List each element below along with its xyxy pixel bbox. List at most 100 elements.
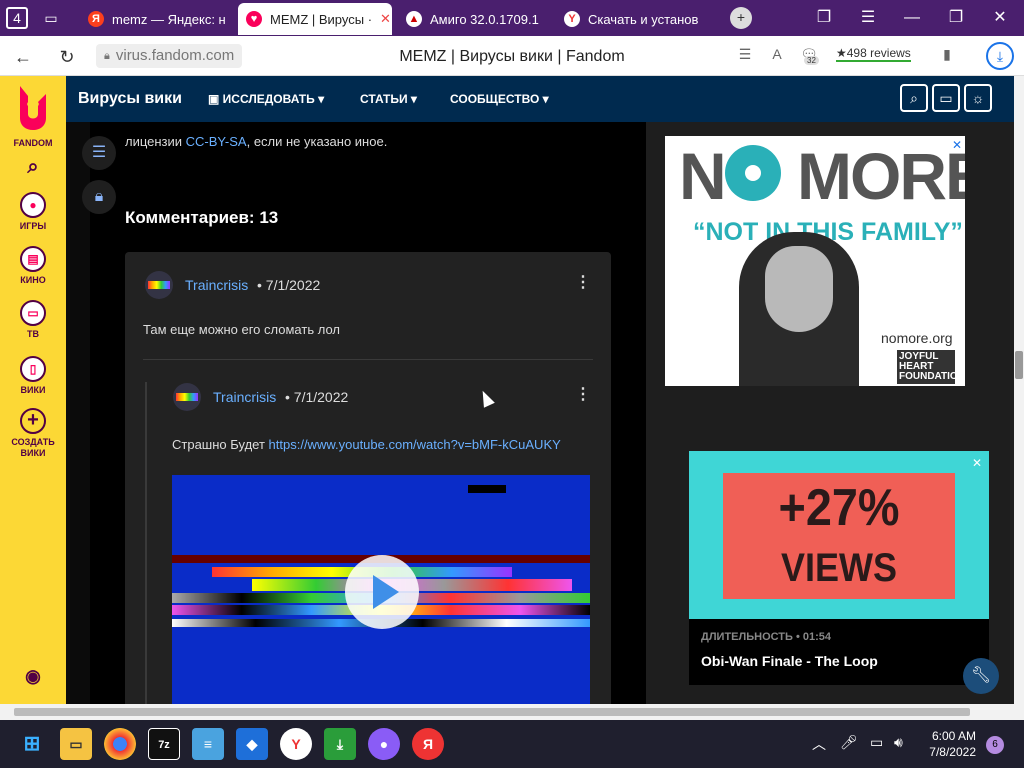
- 7zip-icon[interactable]: 7z: [148, 728, 180, 760]
- yandex-browser-icon[interactable]: Y: [280, 728, 312, 760]
- table-of-contents-icon[interactable]: ☰: [82, 136, 116, 170]
- tab-title: memz — Яндекс: н: [112, 11, 226, 27]
- display-icon[interactable]: ▭: [870, 734, 883, 751]
- tab-yandex-search[interactable]: Я memz — Яндекс: н: [80, 3, 230, 35]
- minimize-button[interactable]: —: [892, 0, 932, 36]
- avatar[interactable]: [173, 383, 201, 411]
- video-ad-player[interactable]: +27% VIEWS ДЛИТЕЛЬНОСТЬ • 01:54 Obi-Wan …: [689, 451, 989, 685]
- bookmarks-icon[interactable]: ❐: [804, 0, 844, 36]
- license-suffix: , если не указано иное.: [246, 134, 388, 149]
- sidebar-item-wiki[interactable]: ▯ ВИКИ: [0, 356, 66, 395]
- tab-title: Скачать и установ: [588, 11, 699, 27]
- close-tab-icon[interactable]: ✕: [380, 11, 391, 27]
- sidebar-item-create-wiki[interactable]: + СОЗДАТЬ ВИКИ: [0, 408, 66, 459]
- sidebar-item-tv[interactable]: ▭ ТВ: [0, 300, 66, 339]
- youtube-link[interactable]: https://www.youtube.com/watch?v=bMF-kCuA…: [269, 437, 561, 452]
- download-icon[interactable]: ⤓: [986, 42, 1014, 70]
- tab-memz[interactable]: ♥ MEMZ | Вирусы · ✕: [238, 3, 392, 35]
- lock-icon[interactable]: 🔒︎: [82, 180, 116, 214]
- license-notice: лицензии CC-BY-SA, если не указано иное.: [125, 134, 387, 149]
- close-window-button[interactable]: ✕: [980, 0, 1020, 36]
- comment-text: Там еще можно его сломать лол: [143, 322, 340, 337]
- video-title[interactable]: Obi-Wan Finale - The Loop: [701, 653, 878, 669]
- more-options-icon[interactable]: ⋮: [575, 272, 591, 292]
- tab-title: MEMZ | Вирусы ·: [270, 11, 373, 27]
- user-account-icon[interactable]: ◉: [0, 666, 66, 687]
- video-embed[interactable]: [172, 475, 590, 704]
- advertisement-nomore[interactable]: N MORE “NOT IN THIS FAMILY” nomore.org J…: [665, 136, 965, 386]
- nav-explore[interactable]: ▣ ИССЛЕДОВАТЬ ▾: [208, 92, 324, 106]
- download-manager-icon[interactable]: ⤓: [324, 728, 356, 760]
- close-ad-icon[interactable]: ✕: [952, 138, 962, 152]
- reviews-button[interactable]: ★498 reviews: [836, 46, 911, 62]
- ad-views: VIEWS: [780, 546, 898, 590]
- vertical-scrollbar[interactable]: [1014, 76, 1024, 704]
- reader-icon[interactable]: ☰: [734, 46, 756, 63]
- sidebar-item-label: ТВ: [27, 329, 39, 339]
- tab-download[interactable]: Y Скачать и установ: [556, 3, 708, 35]
- comments-count: Комментариев: 13: [125, 208, 279, 227]
- comment-card: Traincrisis • 7/1/2022 ⋮ Там еще можно е…: [125, 252, 611, 704]
- file-explorer-icon[interactable]: ▭: [60, 728, 92, 760]
- wrench-icon[interactable]: 🔧︎: [963, 658, 999, 694]
- close-video-icon[interactable]: ✕: [972, 456, 982, 470]
- reply-text: Страшно Будет https://www.youtube.com/wa…: [172, 434, 572, 455]
- theme-toggle-icon[interactable]: ☼: [964, 84, 992, 112]
- sidebar-item-label: ИГРЫ: [19, 221, 47, 231]
- video-duration: ДЛИТЕЛЬНОСТЬ • 01:54: [701, 631, 832, 643]
- taskbar: ⊞ ▭ 7z ≡ ◆ Y ⤓ ● Я ︿ 🎤︎ ▭ 🔊︎ 6:00 AM 7/8…: [0, 720, 1024, 768]
- windows-start-icon[interactable]: ⊞: [16, 728, 48, 760]
- horizontal-scrollbar[interactable]: [0, 704, 1024, 720]
- gamepad-icon: ●: [20, 192, 46, 218]
- ad-headline: N MORE: [679, 138, 965, 214]
- avatar[interactable]: [145, 271, 173, 299]
- wiki-name[interactable]: Вирусы вики: [78, 90, 182, 108]
- notepad-icon[interactable]: ≡: [192, 728, 224, 760]
- volume-icon[interactable]: 🔊︎: [894, 734, 903, 751]
- tab-counter[interactable]: 4: [6, 7, 28, 29]
- yandex-icon[interactable]: Я: [412, 728, 444, 760]
- translate-icon[interactable]: A: [766, 46, 788, 62]
- license-link[interactable]: CC-BY-SA: [186, 134, 247, 149]
- search-icon[interactable]: ⌕: [0, 156, 66, 179]
- nav-label: СООБЩЕСТВО: [450, 92, 540, 106]
- folder-icon[interactable]: ▭: [38, 6, 64, 30]
- ad-sponsor: JOYFUL HEART FOUNDATION: [897, 350, 965, 384]
- right-rail: N MORE “NOT IN THIS FAMILY” nomore.org J…: [646, 122, 1014, 704]
- scrollbar-thumb[interactable]: [14, 708, 970, 716]
- sidebar-item-movies[interactable]: ▤ КИНО: [0, 246, 66, 285]
- clock-date: 7/8/2022: [929, 745, 976, 759]
- chrome-icon[interactable]: [104, 728, 136, 760]
- tab-amigo[interactable]: ▲ Амиго 32.0.1709.1: [398, 3, 548, 35]
- book-icon: ▯: [20, 356, 46, 382]
- more-options-icon[interactable]: ⋮: [575, 384, 591, 404]
- fandom-brand: FANDOM: [13, 138, 53, 148]
- chevron-up-icon[interactable]: ︿: [812, 734, 826, 754]
- fandom-logo-icon[interactable]: [14, 84, 52, 130]
- defender-icon[interactable]: ◆: [236, 728, 268, 760]
- play-button[interactable]: [345, 555, 419, 629]
- nav-community[interactable]: СООБЩЕСТВО ▾: [450, 92, 549, 106]
- clock-time: 6:00 AM: [931, 729, 976, 743]
- discussions-icon[interactable]: ▭: [932, 84, 960, 112]
- microphone-icon[interactable]: 🎤︎: [840, 734, 858, 751]
- alice-icon[interactable]: ●: [368, 728, 400, 760]
- bookmark-icon[interactable]: ▮: [936, 46, 958, 63]
- clock[interactable]: 6:00 AM 7/8/2022: [920, 728, 976, 760]
- new-tab-button[interactable]: +: [730, 7, 752, 29]
- search-icon[interactable]: ⌕: [900, 84, 928, 112]
- comment-author[interactable]: Traincrisis: [185, 277, 248, 293]
- notification-badge[interactable]: 6: [986, 736, 1004, 754]
- browser-tab-bar: 4 ▭ Я memz — Яндекс: н ♥ MEMZ | Вирусы ·…: [0, 0, 1024, 36]
- sidebar-item-label: ВИКИ: [20, 385, 46, 395]
- wiki-header: Вирусы вики ▣ ИССЛЕДОВАТЬ ▾ СТАТЬИ ▾ СОО…: [66, 76, 1014, 122]
- reply-author[interactable]: Traincrisis: [213, 389, 276, 405]
- scrollbar-thumb[interactable]: [1015, 351, 1023, 379]
- menu-icon[interactable]: ☰: [848, 0, 888, 36]
- sidebar-item-label: КИНО: [20, 275, 46, 285]
- nav-articles[interactable]: СТАТЬИ ▾: [360, 92, 417, 106]
- comment-separator: [143, 359, 593, 360]
- face-image: [765, 246, 833, 332]
- sidebar-item-games[interactable]: ● ИГРЫ: [0, 192, 66, 231]
- restore-button[interactable]: ❐: [936, 0, 976, 36]
